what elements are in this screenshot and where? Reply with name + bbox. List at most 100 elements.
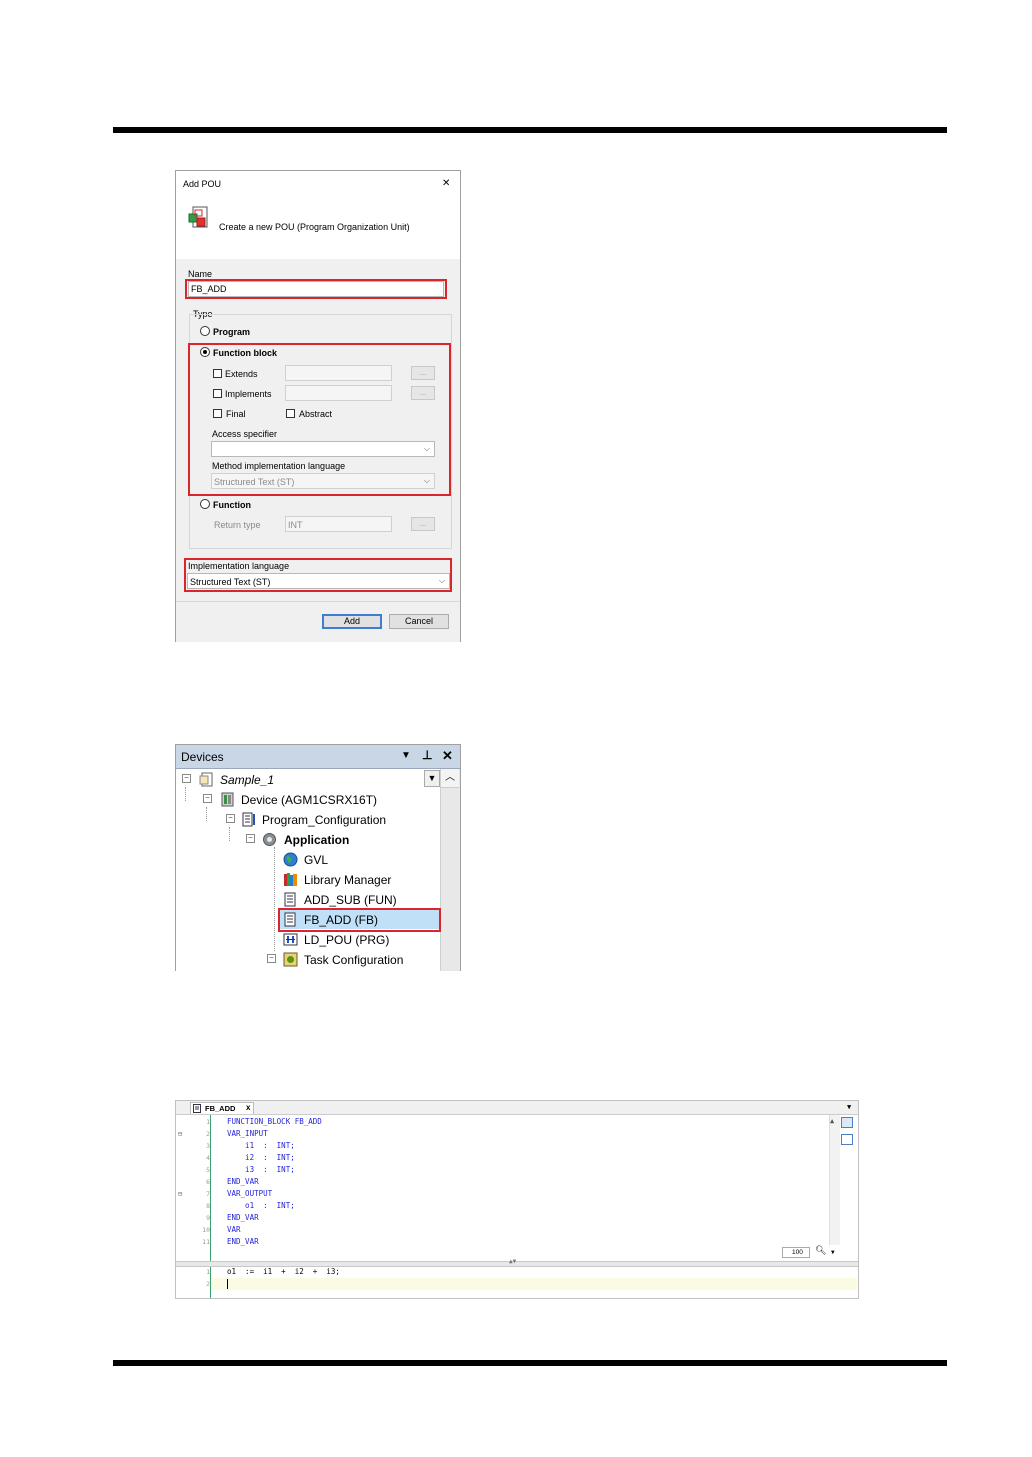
collapse-toggle[interactable]: − [246,834,255,843]
text-cursor [227,1279,228,1289]
editor-tab[interactable]: FB_ADD x [190,1102,254,1114]
pin-icon[interactable]: ⊥ [422,748,432,762]
splitter-arrows-icon[interactable]: ▲▼ [509,1258,516,1265]
cancel-button[interactable]: Cancel [389,614,449,629]
line-number: 1 [206,1118,210,1126]
collapse-toggle[interactable]: − [182,774,191,783]
device-icon [221,792,234,807]
devices-title: Devices [181,750,224,764]
collapse-toggle[interactable]: − [267,954,276,963]
add-pou-dialog: Add POU ✕ Create a new POU (Program Orga… [175,170,461,642]
collapse-toggle[interactable]: − [203,794,212,803]
name-label: Name [188,269,213,279]
devices-panel-header: Devices ▼ ⊥ ✕ [176,745,460,769]
implementation-language-highlight [184,558,452,592]
scroll-up-button[interactable]: ︿ [441,769,459,788]
tree-item-task-configuration[interactable]: Task Configuration [304,953,403,967]
vertical-scrollbar[interactable]: ︿ [440,769,460,971]
function-block-highlight [188,343,451,496]
code-line: VAR_OUTPUT [227,1189,273,1198]
code-editor: FB_ADD x ▼ ⊟ ⊟ 1 FUNCTION_BLOCK FB_ADD 2… [175,1100,859,1299]
tree-item-sample-1[interactable]: Sample_1 [220,773,274,787]
current-line-highlight [211,1278,857,1290]
code-line: END_VAR [227,1177,259,1186]
tree-guide [206,807,207,821]
zoom-icon[interactable]: 🔍︎ [815,1246,826,1256]
line-number: 10 [202,1226,210,1234]
gear-icon [263,833,276,846]
tree-item-device[interactable]: Device (AGM1CSRX16T) [241,793,377,807]
code-line: o1 : INT; [227,1201,295,1210]
line-number: 8 [206,1202,210,1210]
program-configuration-icon [242,812,255,827]
code-line: FUNCTION_BLOCK FB_ADD [227,1117,322,1126]
devices-panel: Devices ▼ ⊥ ✕ ︿ ▼ − Sample_1 − Device (A… [175,744,461,971]
tree-item-application[interactable]: Application [284,833,349,847]
return-type-input: INT [285,516,392,532]
tree-item-gvl[interactable]: GVL [304,853,328,867]
function-block-icon [193,1104,201,1113]
close-icon[interactable]: ✕ [442,178,450,189]
line-number: 9 [206,1214,210,1222]
line-number: 2 [206,1280,210,1288]
line-number: 3 [206,1142,210,1150]
tab-close-icon[interactable]: x [246,1103,250,1112]
code-line: i2 : INT; [227,1153,295,1162]
function-radio[interactable] [200,499,210,509]
line-number: 6 [206,1178,210,1186]
code-line: VAR_INPUT [227,1129,268,1138]
zoom-field[interactable]: 100 [782,1247,810,1258]
code-line: i3 : INT; [227,1165,295,1174]
function-label: Function [213,500,251,510]
zoom-dropdown-icon[interactable]: ▼ [831,1249,835,1256]
zoom-value: 100 [792,1249,803,1256]
tree-item-add-sub[interactable]: ADD_SUB (FUN) [304,893,397,907]
textual-view-button[interactable] [841,1117,853,1128]
close-icon[interactable]: ✕ [442,748,453,764]
line-number: 2 [206,1130,210,1138]
code-line: END_VAR [227,1213,259,1222]
collapse-toggle[interactable]: − [226,814,235,823]
bottom-rule [113,1360,947,1366]
line-number: 4 [206,1154,210,1162]
top-rule [113,127,947,133]
project-icon [199,772,213,787]
code-line: o1 := i1 + i2 + i3; [227,1267,340,1276]
code-line: i1 : INT; [227,1141,295,1150]
tree-item-program-configuration[interactable]: Program_Configuration [262,813,386,827]
tabular-view-button[interactable] [841,1134,853,1145]
declaration-scrollbar[interactable] [829,1115,840,1245]
gutter-separator [210,1115,211,1298]
editor-tab-bar [176,1101,858,1115]
tree-menu-button[interactable]: ▼ [424,770,440,787]
tree-item-ld-pou[interactable]: LD_POU (PRG) [304,933,389,947]
dialog-subtitle: Create a new POU (Program Organization U… [219,222,410,232]
editor-tab-label: FB_ADD [205,1104,236,1113]
fb-add-highlight [278,908,441,932]
function-pou-icon [284,892,296,907]
fold-toggle[interactable]: ⊟ [178,1190,182,1198]
line-number: 11 [202,1238,210,1246]
return-type-browse-button: ... [411,517,435,531]
dialog-title: Add POU [183,179,222,189]
fold-toggle[interactable]: ⊟ [178,1130,182,1138]
name-highlight [185,279,447,299]
scroll-up-icon[interactable]: ▲ [830,1117,834,1125]
task-configuration-icon [283,952,298,967]
line-number: 7 [206,1190,210,1198]
add-button[interactable]: Add [322,614,382,629]
tree-item-library-manager[interactable]: Library Manager [304,873,391,887]
return-type-value: INT [288,520,303,530]
pou-icon [188,206,208,228]
ladder-pou-icon [283,933,298,946]
tree-guide [185,787,186,801]
dropdown-arrow-icon[interactable]: ▼ [401,750,411,761]
line-number: 5 [206,1166,210,1174]
tree-guide [229,827,230,841]
tree-guide [274,847,275,951]
code-line: END_VAR [227,1237,259,1246]
program-label: Program [213,327,251,337]
library-icon [284,873,297,886]
program-radio[interactable] [200,326,210,336]
tab-list-dropdown-icon[interactable]: ▼ [847,1103,851,1111]
